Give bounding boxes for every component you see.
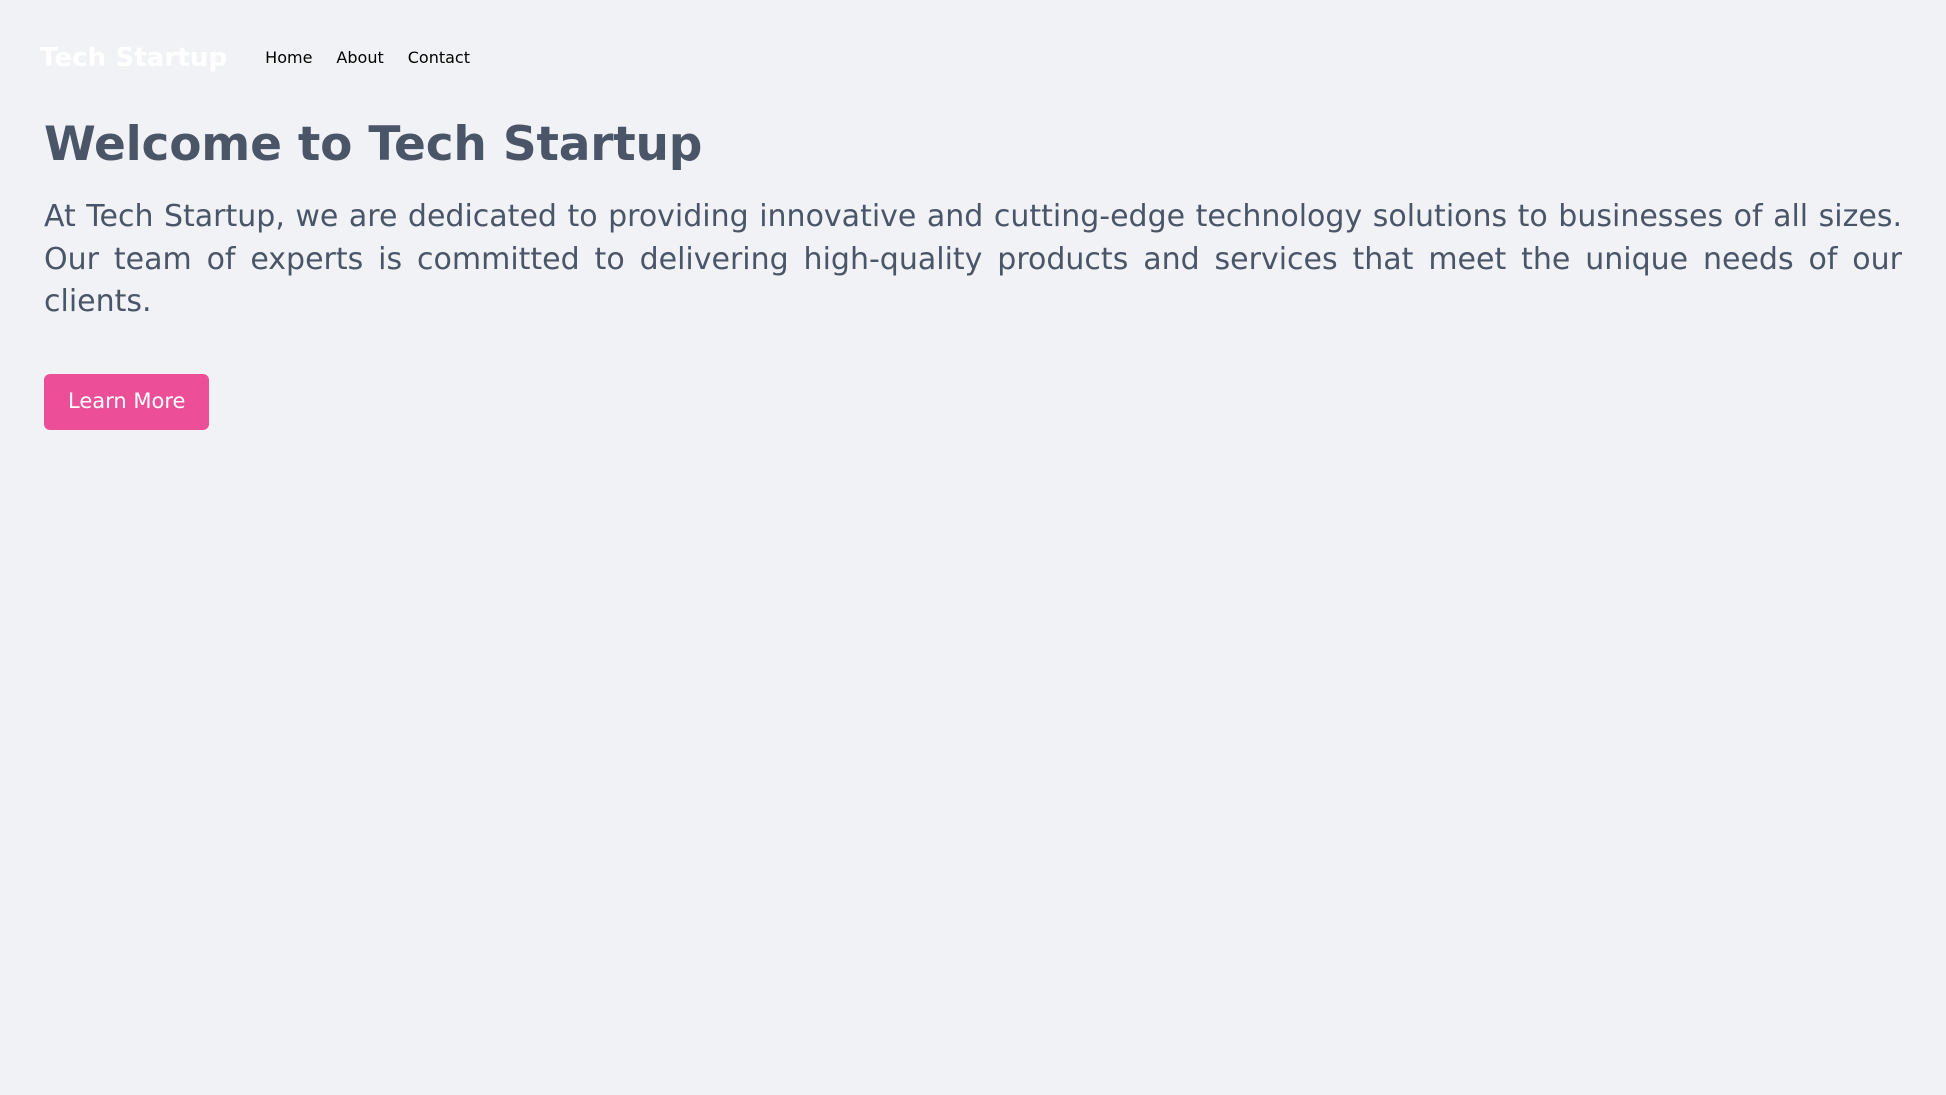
brand-logo[interactable]: Tech Startup — [40, 45, 227, 71]
nav-links: Home About Contact — [253, 50, 482, 66]
learn-more-button[interactable]: Learn More — [44, 373, 210, 430]
hero-section: Welcome to Tech Startup At Tech Startup,… — [0, 88, 1946, 430]
main-navigation: Tech Startup Home About Contact — [0, 0, 1946, 88]
nav-link-about[interactable]: About — [324, 50, 395, 66]
page-title: Welcome to Tech Startup — [44, 117, 703, 172]
cta-container: Learn More — [44, 373, 1902, 430]
nav-link-contact[interactable]: Contact — [396, 50, 482, 66]
hero-description: At Tech Startup, we are dedicated to pro… — [44, 199, 1902, 320]
nav-link-home[interactable]: Home — [253, 50, 324, 66]
